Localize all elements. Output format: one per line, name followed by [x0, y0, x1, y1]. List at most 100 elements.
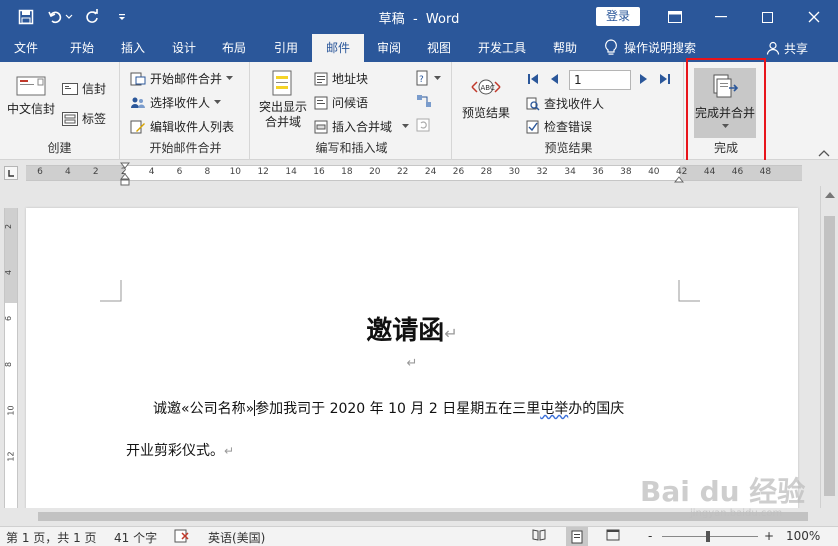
- find-recipient-button[interactable]: 查找收件人: [526, 95, 604, 112]
- zoom-out-button[interactable]: -: [648, 529, 652, 543]
- tell-me-search[interactable]: 操作说明搜索: [604, 34, 696, 62]
- baidu-watermark: Bai du 经验: [640, 475, 806, 508]
- group-preview-results: ABC 预览结果 1 查找收件人 检查错误 预览结果: [454, 62, 684, 160]
- update-labels-icon: [416, 118, 430, 132]
- ruler-tick-label: 22: [396, 167, 409, 177]
- select-recipients-button[interactable]: 选择收件人: [130, 94, 222, 111]
- close-icon[interactable]: [790, 0, 838, 34]
- tab-view[interactable]: 视图: [414, 34, 464, 62]
- tab-file[interactable]: 文件: [0, 34, 52, 62]
- document-page[interactable]: 邀请函↵ ↵ 诚邀«公司名称»参加我司于 2020 年 10 月 2 日星期五在…: [26, 208, 798, 508]
- mail-merge-icon: [130, 72, 146, 85]
- insert-merge-field-button[interactable]: 插入合并域: [314, 118, 410, 135]
- finish-merge-label: 完成并合并: [694, 106, 755, 120]
- body-paragraph-line-2[interactable]: 开业剪彩仪式。↵: [126, 440, 234, 460]
- greeting-icon: [314, 96, 328, 109]
- vertical-scrollbar[interactable]: [820, 186, 838, 508]
- greeting-line-button[interactable]: 问候语: [314, 94, 368, 111]
- finish-merge-button[interactable]: 完成并合并: [694, 68, 756, 138]
- ruler-tick-label: 4: [148, 167, 155, 177]
- zoom-slider-thumb[interactable]: [706, 531, 710, 542]
- tab-developer[interactable]: 开发工具: [468, 34, 536, 62]
- spelling-error-text[interactable]: 屯举: [540, 401, 568, 417]
- preview-results-button[interactable]: ABC 预览结果: [460, 76, 512, 121]
- ruler-tick-label: 40: [648, 167, 660, 177]
- login-button[interactable]: 登录: [596, 7, 640, 26]
- address-block-button[interactable]: 地址块: [314, 70, 368, 87]
- maximize-icon[interactable]: [744, 0, 790, 34]
- tab-mailings[interactable]: 邮件: [312, 34, 364, 62]
- vertical-ruler[interactable]: 2 4 6 8 10 12: [4, 208, 18, 508]
- tab-layout[interactable]: 布局: [210, 34, 258, 62]
- undo-dropdown-icon[interactable]: [64, 7, 74, 27]
- ruler-tick-label: 12: [257, 167, 269, 177]
- read-mode-icon[interactable]: [532, 529, 546, 541]
- share-button[interactable]: 共享: [766, 34, 808, 62]
- vruler-top-margin: [5, 208, 17, 303]
- labels-button[interactable]: 标签: [62, 110, 106, 127]
- document-title[interactable]: 邀请函↵: [26, 310, 798, 347]
- zoom-in-button[interactable]: +: [764, 529, 774, 543]
- vruler-tick-label: 12: [6, 451, 16, 462]
- ribbon-display-options-icon[interactable]: [652, 0, 698, 34]
- tab-home[interactable]: 开始: [56, 34, 108, 62]
- last-record-button[interactable]: [658, 72, 672, 86]
- tab-selector[interactable]: [4, 166, 18, 180]
- preview-results-label: 预览结果: [461, 106, 510, 120]
- right-indent-marker[interactable]: [673, 172, 685, 186]
- tab-review[interactable]: 审阅: [364, 34, 414, 62]
- scroll-up-icon[interactable]: [825, 192, 835, 198]
- web-layout-icon[interactable]: [606, 529, 620, 541]
- body-paragraph-line-1[interactable]: 诚邀«公司名称»参加我司于 2020 年 10 月 2 日星期五在三里屯举办的国…: [153, 398, 624, 418]
- undo-icon[interactable]: [46, 7, 66, 27]
- page-count[interactable]: 第 1 页，共 1 页: [6, 529, 97, 546]
- chevron-down-icon: [402, 124, 410, 128]
- match-fields-button[interactable]: [416, 94, 432, 108]
- proofing-status[interactable]: [174, 529, 190, 543]
- preview-results-icon: ABC: [471, 79, 501, 95]
- tab-insert[interactable]: 插入: [108, 34, 158, 62]
- chinese-envelope-button[interactable]: 中文信封: [6, 76, 56, 117]
- tab-help[interactable]: 帮助: [540, 34, 590, 62]
- margin-corner-top-left: [100, 280, 122, 302]
- update-labels-button[interactable]: [416, 118, 432, 132]
- title-bar: 草稿 - Word 登录: [0, 0, 838, 34]
- save-icon[interactable]: [16, 7, 36, 27]
- document-area[interactable]: 邀请函↵ ↵ 诚邀«公司名称»参加我司于 2020 年 10 月 2 日星期五在…: [18, 186, 820, 508]
- tab-design[interactable]: 设计: [160, 34, 208, 62]
- language-status[interactable]: 英语(美国): [208, 529, 265, 546]
- first-record-button[interactable]: [526, 72, 540, 86]
- recipients-icon: [131, 97, 145, 108]
- minimize-icon[interactable]: [698, 0, 744, 34]
- highlight-merge-fields-button[interactable]: 突出显示合并域: [256, 70, 310, 130]
- tab-references[interactable]: 引用: [262, 34, 310, 62]
- start-mail-merge-button[interactable]: 开始邮件合并: [130, 70, 234, 87]
- margin-corner-top-right: [678, 280, 700, 302]
- ruler-tick-label: 16: [313, 167, 325, 177]
- share-label: 共享: [784, 41, 809, 56]
- merge-field-company-name[interactable]: «公司名称»: [181, 401, 254, 417]
- next-record-button[interactable]: [638, 72, 650, 86]
- record-number-input[interactable]: 1: [569, 70, 631, 90]
- zoom-slider-track[interactable]: [662, 536, 758, 537]
- repeat-icon[interactable]: [82, 7, 102, 27]
- print-layout-icon[interactable]: [566, 527, 588, 546]
- collapse-ribbon-icon[interactable]: [818, 146, 830, 157]
- previous-record-button[interactable]: [548, 72, 560, 86]
- group-finish: 完成并合并 完成: [686, 62, 766, 160]
- chevron-down-icon: [721, 124, 729, 128]
- edit-recipient-list-button[interactable]: 编辑收件人列表: [130, 118, 234, 135]
- check-errors-button[interactable]: 检查错误: [526, 118, 592, 135]
- customize-toolbar-icon[interactable]: [112, 7, 132, 27]
- lightbulb-icon: [605, 39, 617, 55]
- ruler-tick-label: 28: [480, 167, 493, 177]
- zoom-level[interactable]: 100%: [786, 529, 820, 543]
- indent-marker[interactable]: [119, 162, 131, 189]
- horizontal-ruler[interactable]: 6 4 2 2 4 6 8 10 12 14 16 18 20 22 24 26 28 30 32 34 36 38 40 4…: [26, 165, 802, 181]
- vertical-scroll-thumb[interactable]: [824, 216, 835, 496]
- envelope-icon: [62, 82, 78, 95]
- envelope-button[interactable]: 信封: [62, 80, 106, 97]
- word-count[interactable]: 41 个字: [114, 529, 157, 546]
- edit-list-icon: [130, 120, 145, 133]
- rules-button[interactable]: ?: [416, 70, 441, 86]
